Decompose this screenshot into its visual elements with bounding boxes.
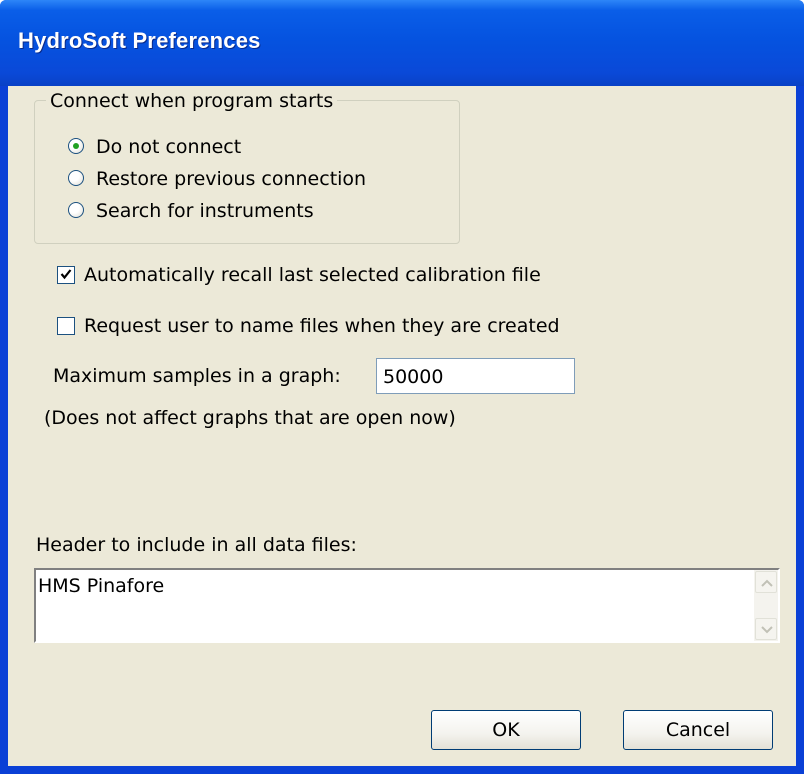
scroll-up-button[interactable]: [755, 571, 777, 593]
max-samples-input[interactable]: 50000: [376, 358, 575, 394]
radio-label-search-instruments[interactable]: Search for instruments: [96, 199, 314, 223]
connect-group-label: Connect when program starts: [46, 89, 338, 113]
scroll-down-button[interactable]: [755, 618, 777, 640]
dialog-body: Connect when program starts Do not conne…: [8, 86, 796, 766]
cancel-button[interactable]: Cancel: [623, 710, 773, 750]
ok-button[interactable]: OK: [431, 710, 581, 750]
chevron-up-icon: [761, 579, 773, 587]
header-label: Header to include in all data files:: [36, 534, 357, 556]
max-samples-note: (Does not affect graphs that are open no…: [44, 407, 456, 429]
preferences-dialog: HydroSoft Preferences Connect when progr…: [0, 0, 804, 774]
auto-recall-checkbox[interactable]: [57, 266, 75, 284]
request-names-label[interactable]: Request user to name files when they are…: [84, 314, 560, 338]
radio-button-do-not-connect[interactable]: [68, 138, 84, 154]
request-names-checkbox[interactable]: [57, 317, 75, 335]
auto-recall-label[interactable]: Automatically recall last selected calib…: [84, 263, 541, 287]
radio-button-search-instruments[interactable]: [68, 202, 84, 218]
header-scrollbar[interactable]: [754, 570, 778, 641]
header-textarea[interactable]: HMS Pinafore: [34, 568, 780, 643]
radio-selected-dot-icon: [73, 143, 79, 149]
header-text[interactable]: HMS Pinafore: [38, 574, 164, 598]
title-bar[interactable]: HydroSoft Preferences: [0, 0, 804, 86]
window-title: HydroSoft Preferences: [18, 28, 261, 53]
radio-button-restore-previous[interactable]: [68, 170, 84, 186]
max-samples-label: Maximum samples in a graph:: [53, 365, 341, 387]
radio-label-do-not-connect[interactable]: Do not connect: [96, 135, 241, 159]
radio-label-restore-previous[interactable]: Restore previous connection: [96, 167, 366, 191]
chevron-down-icon: [761, 626, 773, 634]
checkmark-icon: [60, 269, 72, 280]
